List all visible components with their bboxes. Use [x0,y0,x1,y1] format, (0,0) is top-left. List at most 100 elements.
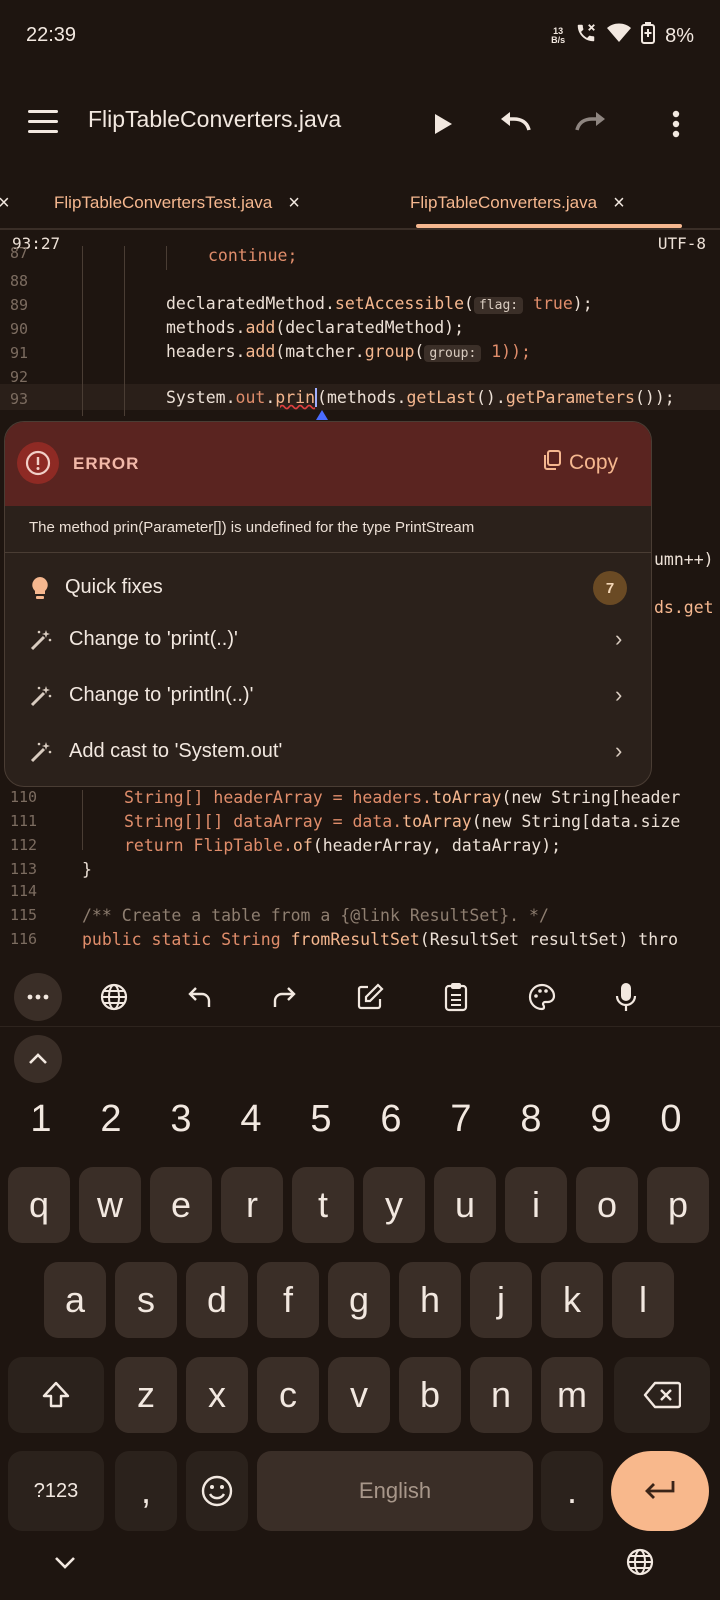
key-0[interactable]: 0 [636,1098,706,1141]
line-number: 89 [10,296,29,314]
key-s[interactable]: s [115,1262,177,1338]
tab-previous-close[interactable]: × [0,188,10,218]
key-t[interactable]: t [292,1167,354,1243]
key-g[interactable]: g [328,1262,390,1338]
chevron-right-icon: › [615,738,623,763]
key-r[interactable]: r [221,1167,283,1243]
space-key[interactable]: English [257,1451,533,1531]
key-4[interactable]: 4 [216,1098,286,1141]
magic-wand-icon [29,684,53,713]
emoji-key[interactable] [186,1451,248,1531]
status-bar: 22:39 13 B/s 8% [0,0,720,72]
enter-key[interactable] [611,1451,709,1531]
key-m[interactable]: m [541,1357,603,1433]
key-comma[interactable]: , [115,1451,177,1531]
close-icon[interactable]: × [613,192,625,215]
code-line: declaratedMethod.setAccessible(flag: tru… [166,294,593,314]
wifi-icon [607,23,632,49]
code-line: String[][] dataArray = data.toArray(new … [124,812,681,831]
key-q[interactable]: q [8,1167,70,1243]
line-number: 88 [10,272,29,290]
line-number: 90 [10,320,29,338]
quick-fix-item[interactable]: Change to 'print(..)' › [5,612,651,668]
key-2[interactable]: 2 [76,1098,146,1141]
line-number: 92 [10,368,29,386]
language-globe-icon[interactable] [626,1548,654,1581]
backspace-key[interactable] [614,1357,710,1433]
key-y[interactable]: y [363,1167,425,1243]
quick-fix-label: Change to 'println(..)' [69,684,254,706]
key-9[interactable]: 9 [566,1098,636,1141]
key-z[interactable]: z [115,1357,177,1433]
tab-fliptableconverterstest[interactable]: FlipTableConvertersTest.java × [54,188,300,218]
status-icons: 13 B/s 8% [551,22,694,50]
file-title: FlipTableConverters.java [88,106,342,132]
key-5[interactable]: 5 [286,1098,356,1141]
key-x[interactable]: x [186,1357,248,1433]
key-b[interactable]: b [399,1357,461,1433]
file-tabs: × FlipTableConvertersTest.java × FlipTab… [0,178,720,230]
key-u[interactable]: u [434,1167,496,1243]
key-h[interactable]: h [399,1262,461,1338]
copy-icon [543,450,561,476]
key-w[interactable]: w [79,1167,141,1243]
cursor-handle[interactable] [316,410,328,420]
symbols-key[interactable]: ?123 [8,1451,104,1531]
network-speed: 13 B/s [551,27,565,45]
menu-icon[interactable] [28,110,58,134]
divider [5,552,651,553]
key-1[interactable]: 1 [6,1098,76,1141]
code-line: methods.add(declaratedMethod); [166,318,465,337]
edit-icon[interactable] [350,977,390,1017]
microphone-icon[interactable] [606,977,646,1017]
tab-label: FlipTableConverters.java [410,193,598,212]
file-encoding: UTF-8 [657,234,706,253]
key-3[interactable]: 3 [146,1098,216,1141]
key-7[interactable]: 7 [426,1098,496,1141]
key-8[interactable]: 8 [496,1098,566,1141]
line-number: 111 [10,812,38,830]
key-f[interactable]: f [257,1262,319,1338]
key-k[interactable]: k [541,1262,603,1338]
chevron-up-icon[interactable] [14,1035,62,1083]
key-v[interactable]: v [328,1357,390,1433]
key-o[interactable]: o [576,1167,638,1243]
emoji-icon [201,1475,233,1507]
key-period[interactable]: . [541,1451,603,1531]
undo-icon[interactable] [496,104,536,144]
close-icon[interactable]: × [288,192,300,215]
chevron-down-icon[interactable] [54,1556,76,1575]
key-c[interactable]: c [257,1357,319,1433]
run-icon[interactable] [422,104,462,144]
shift-key[interactable] [8,1357,104,1433]
code-line: } [82,860,92,879]
quick-fix-label: Change to 'print(..)' [69,628,238,650]
key-l[interactable]: l [612,1262,674,1338]
key-e[interactable]: e [150,1167,212,1243]
redo-icon[interactable] [264,977,304,1017]
key-6[interactable]: 6 [356,1098,426,1141]
redo-icon[interactable] [570,104,610,144]
indent-guide [82,790,83,850]
undo-icon[interactable] [180,977,220,1017]
chevron-right-icon: › [615,626,623,651]
palette-icon[interactable] [522,977,562,1017]
close-icon[interactable]: × [0,192,10,215]
more-tools-icon[interactable] [14,973,62,1021]
error-title: ERROR [73,454,140,473]
key-n[interactable]: n [470,1357,532,1433]
key-d[interactable]: d [186,1262,248,1338]
more-options-icon[interactable] [656,104,696,144]
tab-fliptableconverters[interactable]: FlipTableConverters.java × [410,188,625,218]
quick-fix-item[interactable]: Change to 'println(..)' › [5,668,651,724]
key-a[interactable]: a [44,1262,106,1338]
clipboard-icon[interactable] [436,977,476,1017]
quick-fix-item[interactable]: Add cast to 'System.out' › [5,724,651,780]
key-j[interactable]: j [470,1262,532,1338]
key-i[interactable]: i [505,1167,567,1243]
copy-button[interactable]: Copy [543,450,618,476]
magic-wand-icon [29,628,53,657]
key-p[interactable]: p [647,1167,709,1243]
globe-icon[interactable] [94,977,134,1017]
enter-icon [645,1481,675,1499]
